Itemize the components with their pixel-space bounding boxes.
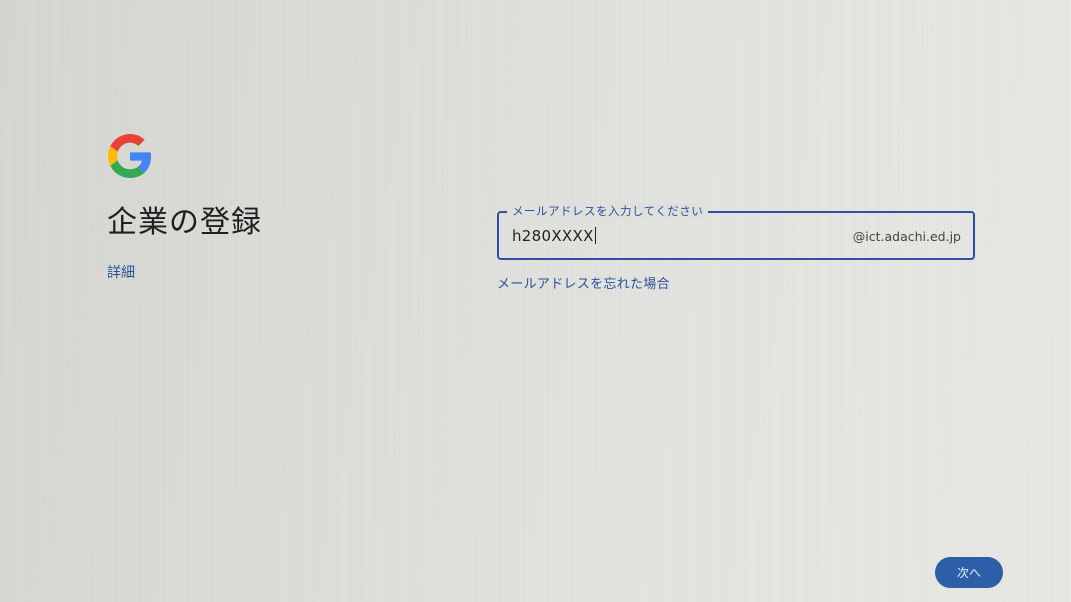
details-link[interactable]: 詳細: [107, 262, 135, 282]
forgot-email-link[interactable]: メールアドレスを忘れた場合: [497, 273, 670, 292]
email-field-label: メールアドレスを入力してください: [507, 203, 709, 219]
page-title: 企業の登録: [107, 205, 262, 240]
email-field[interactable]: メールアドレスを入力してください h280XXXX @ict.adachi.ed…: [497, 203, 975, 260]
email-input[interactable]: h280XXXX: [512, 227, 596, 245]
screen-background: [0, 0, 1071, 602]
email-input-value: h280XXXX: [512, 227, 594, 245]
email-domain-suffix: @ict.adachi.ed.jp: [852, 229, 961, 244]
google-g-icon: [108, 134, 152, 178]
next-button[interactable]: 次へ: [935, 557, 1003, 588]
text-cursor: [594, 227, 596, 244]
